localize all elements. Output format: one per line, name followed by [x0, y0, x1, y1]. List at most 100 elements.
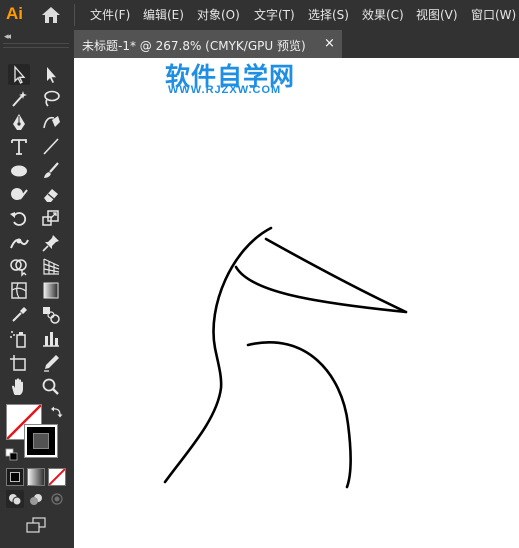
direct-selection-tool[interactable]	[40, 64, 62, 85]
hand-tool[interactable]	[8, 376, 30, 397]
direct-selection-arrow-icon	[47, 67, 56, 83]
draw-normal-button[interactable]	[6, 490, 24, 508]
scale-tool[interactable]	[40, 208, 62, 229]
scale-icon	[42, 210, 59, 226]
lasso-icon	[44, 90, 60, 107]
selection-tool[interactable]	[8, 64, 30, 85]
selection-arrow-icon	[14, 65, 26, 84]
artboard-icon	[10, 355, 26, 371]
slice-tool[interactable]	[40, 352, 62, 373]
perspective-grid-tool[interactable]	[40, 256, 62, 277]
lasso-tool[interactable]	[40, 88, 62, 109]
menu-effect[interactable]: 效果(C)	[362, 7, 404, 23]
head-back-curve[interactable]	[163, 226, 273, 484]
rotate-icon	[10, 212, 27, 226]
menu-object[interactable]: 对象(O)	[197, 7, 240, 23]
none-mode-button[interactable]	[48, 468, 66, 486]
curvature-pen-icon	[43, 116, 60, 129]
menu-window[interactable]: 窗口(W)	[471, 7, 516, 23]
artboard-tool[interactable]	[8, 352, 30, 373]
artboard-canvas[interactable]: 软件自学网 WWW.RJZXW.COM	[74, 58, 519, 548]
screen-mode-icon	[26, 517, 46, 533]
stroke-swatch[interactable]	[24, 424, 58, 458]
stroke-color	[27, 427, 55, 455]
line-segment-icon	[43, 138, 59, 155]
pen-nib-icon	[13, 114, 25, 130]
none-slash-icon	[49, 469, 65, 485]
color-mode-button[interactable]	[6, 468, 24, 486]
eyedropper-tool[interactable]	[8, 304, 30, 325]
close-tab-button[interactable]: ×	[324, 36, 335, 51]
menu-view[interactable]: 视图(V)	[416, 7, 458, 23]
perspective-grid-icon	[43, 258, 60, 275]
panel-grip[interactable]	[3, 43, 69, 48]
collapse-panel-button[interactable]: ◂◂	[4, 32, 11, 42]
home-button[interactable]	[40, 5, 62, 25]
eraser-icon	[44, 189, 58, 202]
pushpin-icon	[42, 235, 59, 252]
menu-file[interactable]: 文件(F)	[90, 7, 130, 23]
swap-fill-stroke-button[interactable]	[50, 404, 64, 418]
paintbrush-tool[interactable]	[40, 160, 62, 181]
line-segment-tool[interactable]	[40, 136, 62, 157]
gradient-mode-button[interactable]	[27, 468, 45, 486]
column-graph-tool[interactable]	[40, 328, 62, 349]
rotate-tool[interactable]	[8, 208, 30, 229]
magic-wand-tool[interactable]	[8, 88, 30, 109]
column-graph-icon	[43, 332, 59, 347]
default-fill-stroke-button[interactable]	[5, 446, 18, 461]
mesh-icon	[11, 282, 27, 299]
home-icon	[42, 7, 60, 23]
magnifier-icon	[42, 378, 59, 395]
symbol-sprayer-tool[interactable]	[8, 328, 30, 349]
shaper-tool[interactable]	[8, 184, 30, 205]
type-t-icon	[11, 139, 27, 155]
gradient-icon	[43, 282, 59, 299]
gradient-tool[interactable]	[40, 280, 62, 301]
pen-tool[interactable]	[8, 112, 30, 133]
draw-behind-button[interactable]	[27, 490, 45, 508]
swap-arrow-icon	[51, 406, 63, 418]
draw-inside-button[interactable]	[48, 490, 66, 508]
draw-inside-icon	[51, 493, 63, 505]
magic-wand-icon	[12, 91, 27, 107]
width-icon	[10, 238, 29, 249]
blend-icon	[43, 307, 60, 324]
eyedropper-icon	[12, 307, 27, 322]
shaper-icon	[11, 188, 28, 200]
draw-behind-icon	[30, 494, 42, 505]
slice-knife-icon	[44, 355, 59, 372]
symbol-sprayer-icon	[10, 331, 26, 348]
zoom-tool[interactable]	[40, 376, 62, 397]
upper-beak-line[interactable]	[264, 237, 408, 314]
curvature-tool[interactable]	[40, 112, 62, 133]
document-tab-title: 未标题-1* @ 267.8% (CMYK/GPU 预览)	[82, 39, 306, 53]
blend-tool[interactable]	[40, 304, 62, 325]
hand-icon	[12, 378, 23, 395]
paintbrush-icon	[44, 162, 59, 178]
app-logo: Ai	[6, 4, 23, 23]
shape-builder-tool[interactable]	[8, 256, 30, 277]
menu-edit[interactable]: 编辑(E)	[143, 7, 184, 23]
ellipse-icon	[11, 165, 27, 177]
type-tool[interactable]	[8, 136, 30, 157]
menu-type[interactable]: 文字(T)	[254, 7, 295, 23]
default-colors-icon	[5, 448, 18, 461]
eraser-tool[interactable]	[40, 184, 62, 205]
tools-panel: ◂◂	[0, 30, 74, 548]
tab-bar: 未标题-1* @ 267.8% (CMYK/GPU 预览) ×	[74, 30, 519, 58]
menu-separator	[74, 4, 75, 26]
menu-select[interactable]: 选择(S)	[308, 7, 349, 23]
screen-mode-button[interactable]	[24, 516, 48, 534]
document-tab[interactable]: 未标题-1* @ 267.8% (CMYK/GPU 预览) ×	[74, 30, 342, 58]
menu-bar: Ai 文件(F) 编辑(E) 对象(O) 文字(T) 选择(S) 效果(C) 视…	[0, 0, 519, 30]
puppet-warp-tool[interactable]	[40, 232, 62, 253]
ellipse-tool[interactable]	[8, 160, 30, 181]
draw-normal-icon	[9, 494, 22, 506]
mesh-tool[interactable]	[8, 280, 30, 301]
breast-curve[interactable]	[246, 341, 352, 489]
width-tool[interactable]	[8, 232, 30, 253]
shape-builder-icon	[10, 259, 27, 277]
bird-drawing	[163, 226, 408, 489]
lower-beak-line[interactable]	[234, 265, 408, 314]
